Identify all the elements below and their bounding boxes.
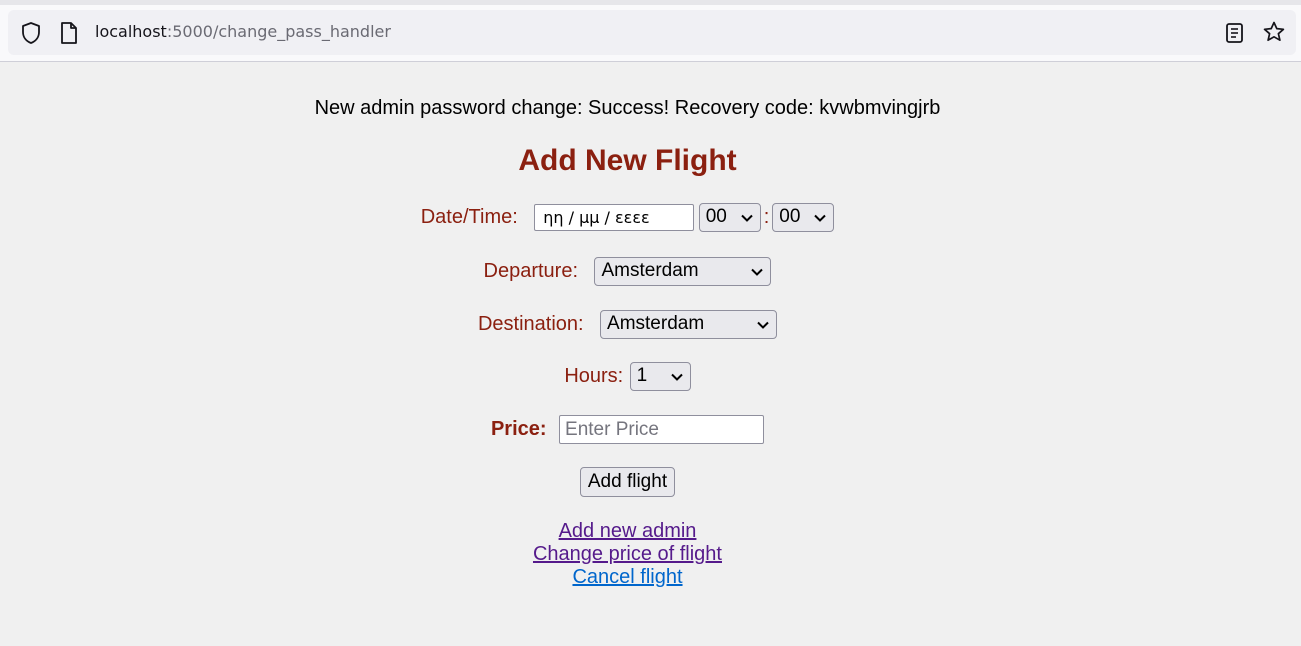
departure-row: Departure: Amsterdam <box>0 257 1255 286</box>
page-icon[interactable] <box>59 21 79 45</box>
add-flight-row: Add flight <box>0 467 1255 497</box>
minute-value: 00 <box>779 206 801 227</box>
date-time-row: Date/Time: ηη / μμ / εεεε 00 : 00 <box>0 203 1255 232</box>
url-host: localhost <box>95 22 167 41</box>
bookmark-star-icon[interactable] <box>1262 20 1286 44</box>
admin-links: Add new admin Change price of flight Can… <box>0 520 1255 589</box>
url-text[interactable]: localhost:5000/change_pass_handler <box>95 22 391 41</box>
destination-label: Destination: <box>477 313 584 335</box>
hours-label: Hours: <box>564 365 624 387</box>
departure-select[interactable]: Amsterdam <box>594 257 772 286</box>
address-bar[interactable]: localhost:5000/change_pass_handler <box>8 10 1296 55</box>
page-content: New admin password change: Success! Reco… <box>0 62 1301 646</box>
price-input[interactable]: Enter Price <box>559 415 765 444</box>
chevron-down-icon <box>740 214 753 222</box>
add-flight-button[interactable]: Add flight <box>579 467 676 497</box>
chevron-down-icon <box>814 214 826 222</box>
reader-view-icon[interactable] <box>1224 21 1246 45</box>
hours-select[interactable]: 1 <box>629 362 691 391</box>
chevron-down-icon <box>751 268 764 276</box>
hour-value: 00 <box>705 206 727 227</box>
chevron-down-icon <box>757 321 769 329</box>
add-new-admin-link[interactable]: Add new admin <box>559 520 697 543</box>
departure-label: Departure: <box>483 260 579 282</box>
hours-value: 1 <box>636 365 648 386</box>
destination-select[interactable]: Amsterdam <box>600 310 778 339</box>
destination-value: Amsterdam <box>607 313 705 334</box>
date-input[interactable]: ηη / μμ / εεεε <box>534 204 695 231</box>
page-title: Add New Flight <box>518 144 737 177</box>
chevron-down-icon <box>670 373 683 381</box>
shield-icon[interactable] <box>20 21 42 45</box>
destination-row: Destination: Amsterdam <box>0 310 1255 339</box>
change-price-link[interactable]: Change price of flight <box>533 543 722 566</box>
cancel-flight-link[interactable]: Cancel flight <box>572 566 682 589</box>
hour-select[interactable]: 00 <box>698 203 761 232</box>
browser-toolbar: localhost:5000/change_pass_handler <box>0 5 1301 62</box>
status-message: New admin password change: Success! Reco… <box>314 97 941 119</box>
hours-row: Hours: 1 <box>0 362 1255 391</box>
departure-value: Amsterdam <box>601 260 699 281</box>
price-label: Price: <box>490 418 547 440</box>
minute-select[interactable]: 00 <box>772 203 835 232</box>
price-row: Price: Enter Price <box>0 415 1255 444</box>
time-separator: : <box>763 206 770 228</box>
date-time-label: Date/Time: <box>420 206 518 228</box>
url-path: :5000/change_pass_handler <box>166 22 391 41</box>
